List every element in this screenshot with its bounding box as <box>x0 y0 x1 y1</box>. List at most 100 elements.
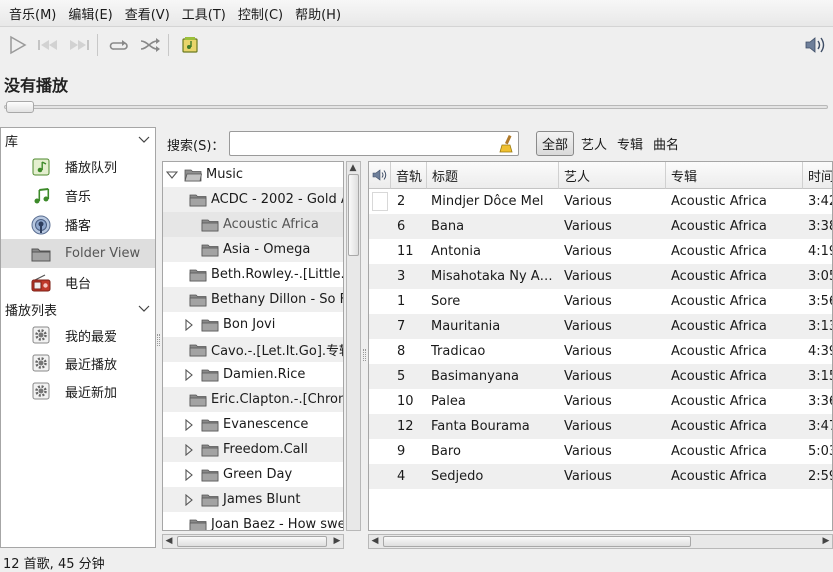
menu-help[interactable]: 帮助(H) <box>289 4 347 23</box>
column-header-playing[interactable] <box>369 162 391 189</box>
tree-horizontal-scroll-thumb[interactable] <box>177 536 327 547</box>
volume-button[interactable] <box>801 31 829 59</box>
track-number-cell: 8 <box>397 344 406 359</box>
expander-closed-icon[interactable] <box>183 493 195 506</box>
tree-row-label: Eric.Clapton.-.[Chroni <box>211 392 343 407</box>
tree-row[interactable]: Bethany Dillon - So Fa <box>163 287 343 312</box>
sidebar-item-music[interactable]: 音乐 <box>1 181 155 210</box>
playlist-section-header[interactable]: 播放列表 <box>1 297 155 321</box>
table-row[interactable]: 9 Baro Various Acoustic Africa 5:03 <box>369 439 832 464</box>
column-header-artist[interactable]: 艺人 <box>559 162 666 189</box>
table-row[interactable]: 1 Sore Various Acoustic Africa 3:56 <box>369 289 832 314</box>
table-row[interactable]: 5 Basimanyana Various Acoustic Africa 3:15 <box>369 364 832 389</box>
library-section-header[interactable]: 库 <box>1 128 155 152</box>
previous-button[interactable] <box>34 31 62 59</box>
sidebar-item-folder-view[interactable]: Folder View <box>1 239 155 268</box>
scroll-left-arrow[interactable]: ◀ <box>163 535 175 548</box>
menu-edit[interactable]: 编辑(E) <box>62 4 118 23</box>
folder-icon <box>201 369 219 381</box>
repeat-button[interactable] <box>105 31 133 59</box>
column-header-title[interactable]: 标题 <box>427 162 559 189</box>
column-header-track[interactable]: 音轨 <box>391 162 427 189</box>
music-note-icon <box>31 186 51 206</box>
artist-cell: Various <box>564 419 612 434</box>
sidebar-item-label: 播放队列 <box>65 161 118 176</box>
table-row[interactable]: 11 Antonia Various Acoustic Africa 4:19 <box>369 239 832 264</box>
tree-pane-grip[interactable] <box>363 349 366 361</box>
play-button[interactable] <box>3 31 31 59</box>
expander-closed-icon[interactable] <box>183 418 195 431</box>
search-input[interactable] <box>229 131 519 156</box>
gear-playlist-icon <box>31 325 51 345</box>
seek-slider[interactable] <box>4 101 828 113</box>
library-header-label: 库 <box>5 134 19 150</box>
sidebar-item-recently-played[interactable]: 最近播放 <box>1 349 155 377</box>
tree-row[interactable]: ACDC - 2002 - Gold A <box>163 187 343 212</box>
filter-album-button[interactable]: 专辑 <box>612 131 648 156</box>
tree-row[interactable]: James Blunt <box>163 487 343 512</box>
clear-brush-icon[interactable] <box>499 134 515 153</box>
tree-row[interactable]: Green Day <box>163 462 343 487</box>
tree-row[interactable]: Acoustic Africa <box>163 212 343 237</box>
tree-row[interactable]: Joan Baez - How swe <box>163 512 343 530</box>
menu-view[interactable]: 查看(V) <box>119 4 176 23</box>
sidebar-item-radio[interactable]: 电台 <box>1 268 155 297</box>
filter-all-button[interactable]: 全部 <box>536 131 575 156</box>
expander-closed-icon[interactable] <box>183 443 195 456</box>
title-cell: Basimanyana <box>431 369 520 384</box>
table-row[interactable]: 7 Mauritania Various Acoustic Africa 3:13 <box>369 314 832 339</box>
tree-row[interactable]: Beth.Rowley.-.[Little. <box>163 262 343 287</box>
tracks-horizontal-scrollbar[interactable]: ◀ ▶ <box>368 534 833 549</box>
expander-closed-icon[interactable] <box>183 368 195 381</box>
tree-vertical-scrollbar[interactable]: ▲ <box>346 161 361 531</box>
sidebar-item-recently-added[interactable]: 最近新加 <box>1 377 155 405</box>
tracks-horizontal-scroll-thumb[interactable] <box>383 536 691 547</box>
filter-title-button[interactable]: 曲名 <box>648 131 684 156</box>
table-row[interactable]: 12 Fanta Bourama Various Acoustic Africa 3:4… <box>369 414 832 439</box>
artist-cell: Various <box>564 244 612 259</box>
table-row[interactable]: 2 Mindjer Dôce Mel Various Acoustic Africa 3… <box>369 189 832 214</box>
expander-closed-icon[interactable] <box>183 468 195 481</box>
menu-control[interactable]: 控制(C) <box>232 4 289 23</box>
sidebar-item-favorites[interactable]: 我的最爱 <box>1 321 155 349</box>
scroll-right-arrow[interactable]: ▶ <box>331 535 343 548</box>
table-row[interactable]: 6 Bana Various Acoustic Africa 3:38 <box>369 214 832 239</box>
next-button[interactable] <box>65 31 93 59</box>
scroll-left-arrow[interactable]: ◀ <box>369 535 381 548</box>
sidebar-pane-grip[interactable] <box>157 334 160 346</box>
filter-artist-button[interactable]: 艺人 <box>576 131 612 156</box>
tree-row[interactable]: Eric.Clapton.-.[Chroni <box>163 387 343 412</box>
library-button[interactable] <box>176 31 204 59</box>
tree-row[interactable]: Evanescence <box>163 412 343 437</box>
expander-closed-icon[interactable] <box>183 318 195 331</box>
seek-thumb[interactable] <box>6 101 34 113</box>
menu-tools[interactable]: 工具(T) <box>176 4 232 23</box>
sidebar: 库 播放队列 音乐 播客 Folder View 电台 播放列表 我的最爱 最近… <box>0 127 156 548</box>
scroll-right-arrow[interactable]: ▶ <box>820 535 832 548</box>
column-header-album[interactable]: 专辑 <box>666 162 803 189</box>
table-row[interactable]: 8 Tradicao Various Acoustic Africa 4:39 <box>369 339 832 364</box>
column-header-time[interactable]: 时间 <box>803 162 832 189</box>
tree-row[interactable]: Damien.Rice <box>163 362 343 387</box>
tree-row[interactable]: Bon Jovi <box>163 312 343 337</box>
expander-open-icon[interactable] <box>166 169 178 181</box>
track-number-cell: 9 <box>397 444 406 459</box>
sidebar-item-play-queue[interactable]: 播放队列 <box>1 152 155 181</box>
table-row[interactable]: 10 Palea Various Acoustic Africa 3:36 <box>369 389 832 414</box>
menu-music[interactable]: 音乐(M) <box>3 4 62 23</box>
tree-row-root[interactable]: Music <box>163 162 343 187</box>
sidebar-item-podcast[interactable]: 播客 <box>1 210 155 239</box>
duration-cell: 3:05 <box>808 269 832 284</box>
play-queue-icon <box>31 157 51 177</box>
folder-icon <box>201 219 219 231</box>
shuffle-button[interactable] <box>136 31 164 59</box>
duration-cell: 4:39 <box>808 344 832 359</box>
tree-row[interactable]: Asia - Omega <box>163 237 343 262</box>
tree-row[interactable]: Cavo.-.[Let.It.Go].专辑 <box>163 337 343 362</box>
tree-row-label: James Blunt <box>223 492 301 507</box>
tree-horizontal-scrollbar[interactable]: ◀ ▶ <box>162 534 344 549</box>
table-row[interactable]: 4 Sedjedo Various Acoustic Africa 2:59 <box>369 464 832 489</box>
tree-row[interactable]: Freedom.Call <box>163 437 343 462</box>
tree-vertical-scroll-thumb[interactable] <box>348 174 359 256</box>
table-row[interactable]: 3 Misahotaka Ny Aka… Various Acoustic Afric… <box>369 264 832 289</box>
